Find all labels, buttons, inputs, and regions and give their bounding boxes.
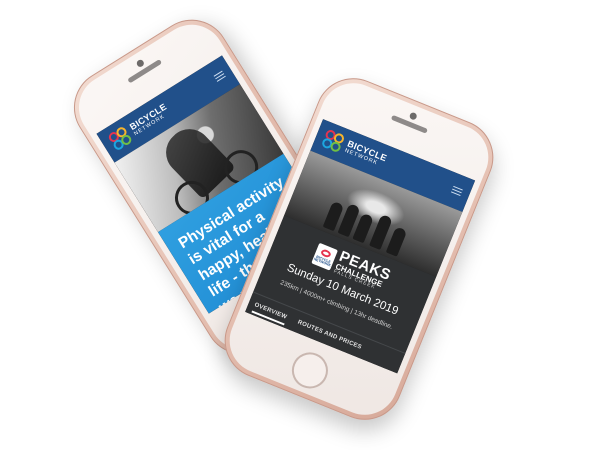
tab-overview[interactable]: OVERVIEW xyxy=(254,302,288,321)
mockup-scene: BICYCLE NETWORK Physical activity is vit… xyxy=(0,0,600,450)
hamburger-menu-icon[interactable] xyxy=(450,185,463,197)
bicycle-network-logo-icon[interactable] xyxy=(320,128,346,155)
hamburger-menu-icon[interactable] xyxy=(213,70,227,83)
bicycle-network-badge-icon: BICYCLE NETWORK xyxy=(311,242,339,271)
rider-silhouette xyxy=(385,226,408,257)
brand-wordmark[interactable]: BICYCLE NETWORK xyxy=(343,139,389,170)
